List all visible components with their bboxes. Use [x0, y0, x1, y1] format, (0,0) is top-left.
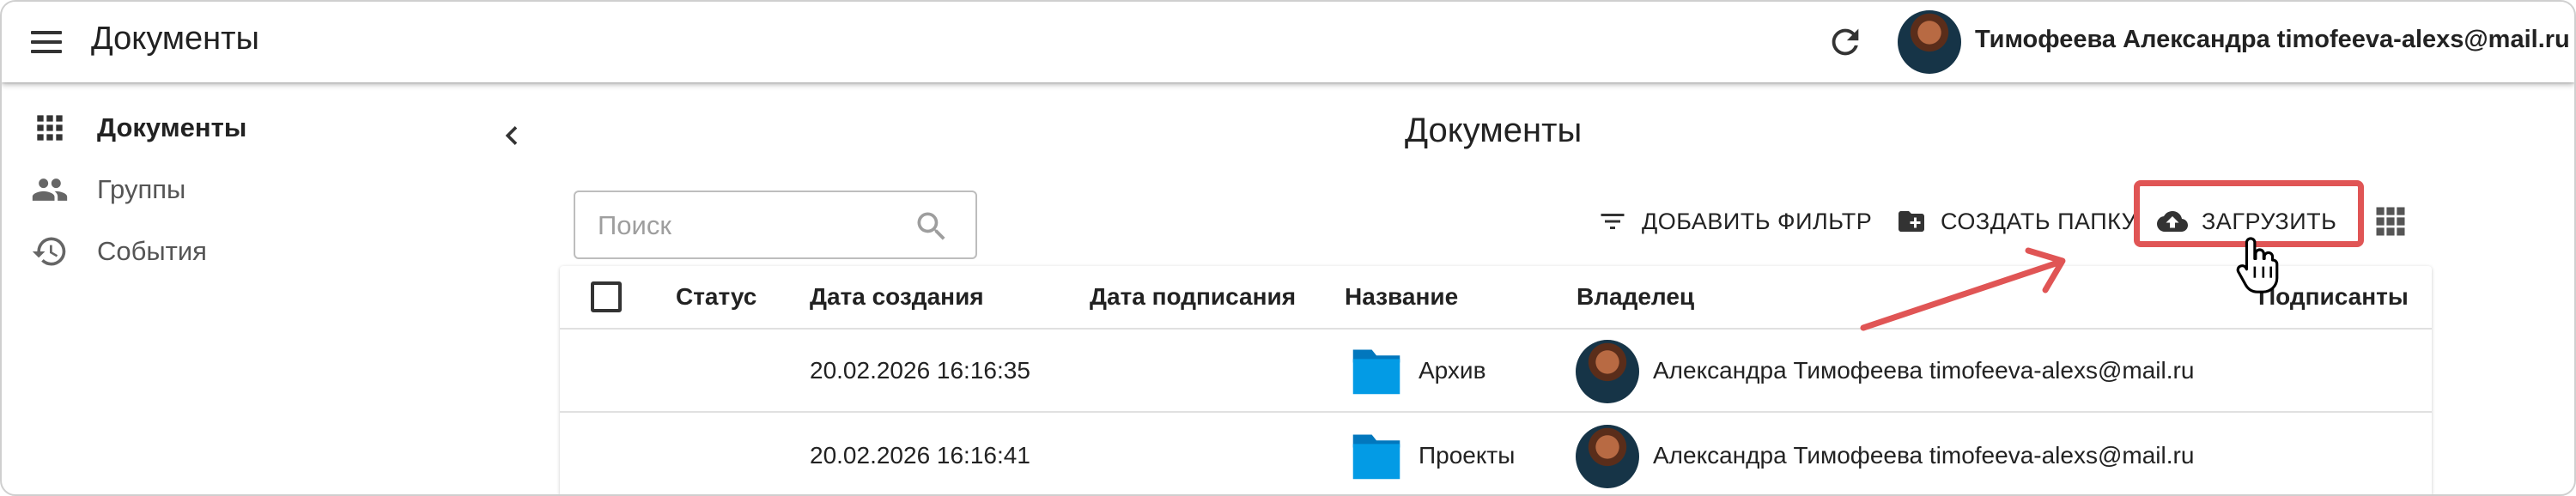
owner: Александра Тимофеева timofeeva-alexs@mai…	[1653, 442, 2195, 469]
refresh-icon[interactable]	[1826, 22, 1865, 62]
column-owner[interactable]: Владелец	[1577, 283, 1694, 311]
people-icon	[32, 178, 68, 201]
sidebar-item-groups[interactable]: Группы	[2, 160, 517, 220]
search-icon[interactable]	[913, 208, 951, 245]
column-name[interactable]: Название	[1345, 283, 1458, 311]
filter-icon	[1601, 214, 1625, 229]
avatar	[1576, 425, 1639, 488]
app-title: Документы	[91, 21, 259, 57]
search-input[interactable]	[596, 208, 896, 244]
sidebar-item-events[interactable]: События	[2, 221, 517, 281]
sidebar: Документы Группы События	[2, 82, 534, 494]
avatar	[1576, 340, 1639, 403]
add-filter-label: ДОБАВИТЬ ФИЛЬТР	[1642, 208, 1873, 234]
folder-icon	[1352, 349, 1400, 395]
documents-table: Статус Дата создания Дата подписания Наз…	[560, 266, 2432, 494]
user-avatar[interactable]	[1898, 10, 1961, 74]
chevron-left-icon[interactable]	[493, 117, 531, 154]
column-status[interactable]: Статус	[676, 283, 756, 311]
user-info[interactable]: Тимофеева Александра timofeeva-alexs@mai…	[1975, 26, 2570, 54]
sidebar-item-label: Документы	[97, 112, 247, 142]
page-title: Документы	[1405, 112, 1583, 149]
grid-view-icon[interactable]	[2372, 203, 2409, 240]
table-row[interactable]: 20.02.2026 16:16:41 Проекты Александра Т…	[560, 414, 2432, 494]
folder-icon	[1352, 434, 1400, 480]
folder-name[interactable]: Проекты	[1419, 442, 1515, 469]
table-row[interactable]: 20.02.2026 16:16:35 Архив Александра Тим…	[560, 330, 2432, 413]
hand-cursor-icon	[2236, 237, 2279, 293]
add-filter-button[interactable]: ДОБАВИТЬ ФИЛЬТР	[1597, 197, 1872, 245]
folder-name[interactable]: Архив	[1419, 357, 1485, 384]
grid-icon	[37, 115, 63, 141]
create-folder-button[interactable]: СОЗДАТЬ ПАПКУ	[1896, 197, 2136, 245]
search-field[interactable]	[574, 191, 977, 259]
sidebar-item-label: События	[97, 236, 207, 266]
create-folder-label: СОЗДАТЬ ПАПКУ	[1941, 208, 2137, 234]
column-created[interactable]: Дата создания	[810, 283, 984, 311]
table-header: Статус Дата создания Дата подписания Наз…	[560, 266, 2432, 330]
sidebar-item-label: Группы	[97, 174, 186, 204]
created-date: 20.02.2026 16:16:41	[810, 442, 1030, 469]
sidebar-item-documents[interactable]: Документы	[2, 98, 517, 158]
menu-icon[interactable]	[31, 25, 65, 59]
history-icon	[32, 237, 66, 266]
app-window: Документы Тимофеева Александра timofeeva…	[0, 0, 2576, 496]
owner: Александра Тимофеева timofeeva-alexs@mai…	[1653, 357, 2195, 384]
select-all-checkbox[interactable]	[591, 281, 622, 312]
created-date: 20.02.2026 16:16:35	[810, 357, 1030, 384]
create-folder-icon	[1899, 211, 1924, 232]
column-signed[interactable]: Дата подписания	[1090, 283, 1296, 311]
app-bar: Документы Тимофеева Александра timofeeva…	[2, 2, 2574, 82]
column-signers[interactable]: Подписанты	[2258, 283, 2409, 311]
